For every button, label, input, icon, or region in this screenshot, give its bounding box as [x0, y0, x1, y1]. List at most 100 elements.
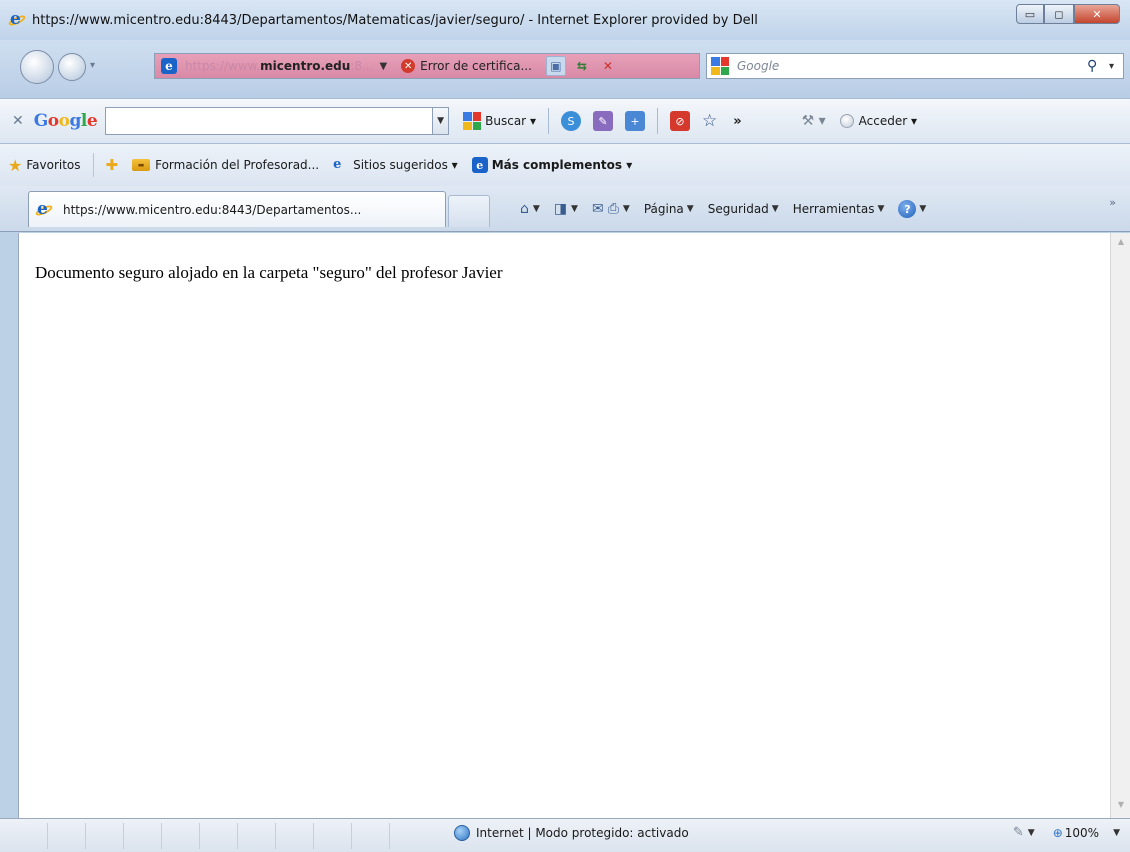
- google-toolbar: ✕ Google ▼ Buscar ▾ S ✎ + ⊘ ☆ » ⚒ ▾ Acce…: [0, 98, 1130, 144]
- favorites-divider: [92, 153, 94, 177]
- home-dropdown-icon[interactable]: ▼: [533, 204, 540, 214]
- page-menu[interactable]: Página: [644, 202, 684, 216]
- tab-title: https://www.micentro.edu:8443/Departamen…: [63, 202, 362, 217]
- favorite-label: Más complementos ▾: [491, 158, 633, 172]
- search-placeholder[interactable]: Google: [737, 59, 1087, 73]
- vertical-scrollbar[interactable]: ▲ ▼: [1110, 233, 1130, 818]
- toolbar-more-button[interactable]: »: [733, 114, 741, 129]
- print-dropdown-icon[interactable]: ▼: [623, 204, 630, 214]
- tab-row: e https://www.micentro.edu:8443/Departam…: [0, 186, 1130, 232]
- window-controls: ▭ ◻ ✕: [1016, 4, 1120, 24]
- zoom-tools-icon[interactable]: ✎: [1013, 825, 1024, 840]
- browser-window: e https://www.micentro.edu:8443/Departam…: [0, 0, 1130, 852]
- sign-in-label: Acceder: [858, 114, 908, 128]
- minimize-icon: ▭: [1024, 7, 1036, 21]
- skype-icon[interactable]: S: [560, 111, 581, 131]
- status-panel: [162, 823, 200, 849]
- back-button[interactable]: [20, 50, 54, 84]
- home-icon[interactable]: ⌂: [520, 201, 529, 217]
- title-bar: e https://www.micentro.edu:8443/Departam…: [0, 0, 1130, 40]
- zoom-icon[interactable]: ⊕: [1053, 826, 1063, 840]
- maximize-button[interactable]: ◻: [1044, 4, 1074, 24]
- google-search-dropdown-icon[interactable]: ▼: [433, 107, 450, 135]
- safety-menu[interactable]: Seguridad: [708, 202, 769, 216]
- wrench-icon[interactable]: ⚒ ▾: [802, 113, 826, 129]
- page-menu-dropdown-icon[interactable]: ▼: [687, 204, 694, 214]
- add-button-icon[interactable]: +: [624, 111, 645, 131]
- badge-icon: ▬: [132, 159, 151, 171]
- command-bar: ⌂ ▼ ◨ ▼ ✉ ⎙ ▼ Página ▼ Seguridad ▼ Herramient…: [520, 196, 1120, 222]
- url-tail: :8...: [350, 59, 374, 73]
- url-scheme: https://www.: [185, 59, 261, 73]
- zone-label: Internet | Modo protegido: activado: [476, 826, 689, 840]
- popup-blocker-icon[interactable]: ⊘: [669, 111, 690, 131]
- favorite-item-complementos[interactable]: e Más complementos ▾: [471, 157, 633, 173]
- google-logo-icon: [711, 57, 729, 75]
- security-zone[interactable]: Internet | Modo protegido: activado: [454, 825, 689, 841]
- zoom-level[interactable]: 100%: [1065, 826, 1099, 840]
- status-bar: Internet | Modo protegido: activado ✎ ▼ …: [0, 818, 1130, 852]
- status-panels: [10, 823, 390, 849]
- bookmark-star-icon[interactable]: ☆: [702, 111, 717, 131]
- status-panel: [238, 823, 276, 849]
- google-brand: Google: [33, 111, 98, 131]
- certificate-error[interactable]: ✕ Error de certifica...: [401, 59, 532, 73]
- certificate-error-label: Error de certifica...: [420, 59, 532, 73]
- refresh-icon[interactable]: ⇆: [572, 56, 592, 76]
- compatibility-view-icon[interactable]: ▣: [545, 56, 566, 76]
- favorites-star-icon[interactable]: ★: [8, 156, 22, 175]
- toolbar-close-icon[interactable]: ✕: [12, 113, 24, 129]
- command-overflow-icon[interactable]: »: [1109, 196, 1116, 209]
- forward-button[interactable]: [58, 53, 86, 81]
- sign-in-button[interactable]: Acceder ▾: [839, 114, 917, 128]
- url-host: micentro.edu: [260, 59, 351, 73]
- status-panel: [10, 823, 48, 849]
- search-box[interactable]: Google ⚲ ▾: [706, 53, 1124, 79]
- google-search-button[interactable]: Buscar ▾: [463, 112, 536, 130]
- tools-menu[interactable]: Herramientas: [793, 202, 875, 216]
- google-search-input[interactable]: [105, 107, 434, 135]
- favorite-label: Formación del Profesorad...: [155, 158, 320, 172]
- new-tab-button[interactable]: [448, 195, 490, 227]
- favorite-label: Sitios sugeridos ▾: [353, 158, 458, 172]
- safety-menu-dropdown-icon[interactable]: ▼: [772, 204, 779, 214]
- tab-active[interactable]: e https://www.micentro.edu:8443/Departam…: [28, 191, 446, 227]
- annotate-icon[interactable]: ✎: [592, 111, 613, 131]
- add-favorite-icon[interactable]: ✚: [106, 156, 119, 174]
- stop-icon[interactable]: ✕: [598, 56, 618, 76]
- address-actions: ▣ ⇆ ✕: [540, 56, 618, 76]
- print-icon[interactable]: ⎙: [608, 201, 619, 217]
- help-icon[interactable]: ?: [898, 200, 917, 218]
- scroll-up-icon[interactable]: ▲: [1114, 237, 1128, 251]
- zoom-tools-dropdown-icon[interactable]: ▼: [1028, 828, 1035, 838]
- search-icon[interactable]: ⚲: [1087, 58, 1109, 74]
- favorite-item-formacion[interactable]: ▬ Formación del Profesorad...: [132, 158, 319, 172]
- close-icon: ✕: [1092, 7, 1102, 21]
- favorite-item-sitios-sugeridos[interactable]: e Sitios sugeridos ▾: [333, 157, 458, 173]
- feeds-dropdown-icon[interactable]: ▼: [571, 204, 578, 214]
- search-dropdown-icon[interactable]: ▾: [1109, 61, 1123, 72]
- status-panel: [314, 823, 352, 849]
- favorites-button[interactable]: Favoritos: [26, 158, 80, 172]
- tools-menu-dropdown-icon[interactable]: ▼: [877, 204, 884, 214]
- status-panel: [48, 823, 86, 849]
- address-bar[interactable]: e https://www.micentro.edu:8... ▼ ✕ Erro…: [154, 53, 700, 79]
- address-dropdown-icon[interactable]: ▼: [379, 61, 387, 72]
- minimize-button[interactable]: ▭: [1016, 4, 1044, 24]
- scroll-down-icon[interactable]: ▼: [1114, 800, 1128, 814]
- history-dropdown-icon[interactable]: ▾: [90, 60, 95, 71]
- status-panel: [276, 823, 314, 849]
- document-text: Documento seguro alojado en la carpeta "…: [35, 263, 503, 282]
- search-button-label: Buscar: [485, 114, 527, 128]
- status-panel: [124, 823, 162, 849]
- favorites-bar: ★ Favoritos ✚ ▬ Formación del Profesorad…: [0, 144, 1130, 186]
- tab-ie-icon: e: [34, 199, 54, 219]
- page-content: Documento seguro alojado en la carpeta "…: [18, 233, 1110, 818]
- feeds-icon[interactable]: ◨: [554, 201, 567, 217]
- mail-icon[interactable]: ✉: [592, 201, 604, 217]
- address-row: ▾ e https://www.micentro.edu:8... ▼ ✕ Er…: [0, 40, 1130, 98]
- close-button[interactable]: ✕: [1074, 4, 1120, 24]
- zoom-dropdown-icon[interactable]: ▼: [1113, 828, 1120, 838]
- address-url[interactable]: https://www.micentro.edu:8...: [185, 59, 373, 73]
- help-dropdown-icon[interactable]: ▼: [919, 204, 926, 214]
